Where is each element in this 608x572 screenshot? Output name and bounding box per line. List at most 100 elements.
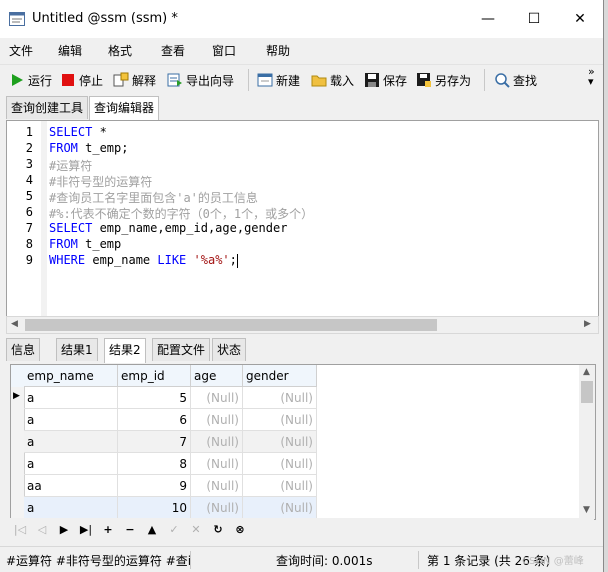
apply-changes-icon[interactable]: ▲ [144,522,160,538]
run-button[interactable]: 运行 [9,71,52,89]
grid-cell[interactable]: 7 [118,431,191,453]
stop-refresh-icon[interactable]: ⊗ [232,522,248,538]
grid-cell[interactable]: (Null) [243,453,317,475]
code-line[interactable]: #%:代表不确定个数的字符（0个，1个，或多个） [49,205,313,222]
tab-query-builder[interactable]: 查询创建工具 [6,96,89,119]
check-icon[interactable]: ✓ [166,522,182,538]
menu-edit[interactable]: 编辑 [58,42,82,59]
grid-cell[interactable]: (Null) [243,475,317,497]
new-button[interactable]: 新建 [257,71,300,89]
grid-cell[interactable]: 10 [118,497,191,519]
editor-horizontal-scrollbar[interactable]: ◀ ▶ [6,316,599,334]
row-indicator[interactable] [11,497,25,519]
sql-keyword: WHERE [49,253,86,267]
delete-record-icon[interactable]: − [122,522,138,538]
tab-query-editor[interactable]: 查询编辑器 [89,96,160,121]
grid-cell[interactable]: (Null) [243,497,317,519]
line-number: 7 [25,221,33,235]
tab-result2[interactable]: 结果2 [104,338,146,363]
grid-cell[interactable]: (Null) [191,387,243,409]
menu-file[interactable]: 文件 [9,42,33,59]
save-as-button[interactable]: 另存为 [416,71,471,89]
prev-record-icon[interactable]: ◁ [34,522,50,538]
grid-cell[interactable]: aa [24,475,118,497]
find-button[interactable]: 查找 [494,71,537,89]
grid-cell[interactable]: (Null) [191,453,243,475]
last-record-icon[interactable]: ▶| [78,522,94,538]
grid-cell[interactable]: a [24,497,118,519]
scroll-down-icon[interactable]: ▼ [583,505,590,515]
grid-cell[interactable]: a [24,409,118,431]
grid-cell[interactable]: (Null) [243,431,317,453]
column-header-emp-name[interactable]: emp_name [24,365,118,387]
code-line[interactable]: #非符号型的运算符 [49,173,152,190]
toolbar-separator [248,69,249,91]
column-header-emp-id[interactable]: emp_id [118,365,191,387]
sql-text: t_emp; [77,141,129,155]
row-indicator[interactable] [11,453,25,475]
sql-editor[interactable]: 1 2 3 4 5 6 7 8 9 SELECT * FROM t_emp; #运算符 #非符号型的运… [6,120,599,318]
grid-cell[interactable]: a [24,431,118,453]
add-record-icon[interactable]: + [100,522,116,538]
grid-cell[interactable]: 6 [118,409,191,431]
sql-text: t_emp [77,237,122,251]
code-line[interactable]: #查询员工名字里面包含'a'的员工信息 [49,189,258,206]
cancel-icon[interactable]: ✕ [188,522,204,538]
code-line[interactable]: FROM t_emp [49,237,121,251]
line-number: 4 [25,173,33,187]
code-line[interactable]: SELECT emp_name,emp_id,age,gender [49,221,287,235]
tab-result1[interactable]: 结果1 [56,338,98,361]
column-header-gender[interactable]: gender [243,365,317,387]
scroll-right-icon[interactable]: ▶ [584,319,591,329]
column-header-age[interactable]: age [191,365,243,387]
scroll-thumb[interactable] [25,319,437,331]
save-button[interactable]: 保存 [364,71,407,89]
first-record-icon[interactable]: |◁ [12,522,28,538]
scroll-up-icon[interactable]: ▲ [583,367,590,377]
maximize-button[interactable]: ☐ [511,0,557,38]
close-button[interactable]: ✕ [557,0,603,38]
scroll-left-icon[interactable]: ◀ [11,319,18,329]
watermark: CSDN @蕾峰 [522,556,584,567]
code-line[interactable]: FROM t_emp; [49,141,128,155]
row-indicator[interactable] [11,409,25,431]
toolbar-overflow-button[interactable]: » ▾ [588,66,595,87]
grid-scroll-thumb[interactable] [581,381,593,403]
stop-button[interactable]: 停止 [60,71,103,89]
grid-cell[interactable]: 9 [118,475,191,497]
code-line[interactable]: SELECT * [49,125,107,139]
next-record-icon[interactable]: ▶ [56,522,72,538]
tab-status[interactable]: 状态 [212,338,247,361]
grid-cell[interactable]: (Null) [191,497,243,519]
grid-cell[interactable]: 5 [118,387,191,409]
grid-cell[interactable]: (Null) [191,475,243,497]
tab-info[interactable]: 信息 [6,338,41,361]
refresh-icon[interactable]: ↻ [210,522,226,538]
menu-help[interactable]: 帮助 [266,42,290,59]
grid-cell[interactable]: (Null) [243,409,317,431]
code-line[interactable]: #运算符 [49,157,92,174]
load-button[interactable]: 载入 [311,71,354,89]
grid-cell[interactable]: a [24,453,118,475]
tab-profile[interactable]: 配置文件 [152,338,211,361]
menu-window[interactable]: 窗口 [212,42,236,59]
grid-cell[interactable]: a [24,387,118,409]
grid-cell[interactable]: (Null) [191,431,243,453]
explain-button[interactable]: 解释 [113,71,156,89]
save-icon [365,73,379,87]
result-grid[interactable]: ▲ ▼ emp_name emp_id age gender ▶ a 5 (Null) (Nul… [10,364,596,520]
grid-cell[interactable]: 8 [118,453,191,475]
sql-string: '%a%' [193,253,230,267]
grid-cell[interactable]: (Null) [243,387,317,409]
export-wizard-button[interactable]: 导出向导 [167,71,234,89]
code-line[interactable]: WHERE emp_name LIKE '%a%'; [49,253,238,268]
minimize-button[interactable]: — [465,0,511,38]
menu-view[interactable]: 查看 [161,42,185,59]
grid-cell[interactable]: (Null) [191,409,243,431]
grid-vertical-scrollbar[interactable]: ▲ ▼ [579,365,595,519]
row-indicator[interactable] [11,475,25,497]
row-indicator[interactable] [11,431,25,453]
row-indicator[interactable]: ▶ [11,387,25,409]
menu-format[interactable]: 格式 [108,42,132,59]
